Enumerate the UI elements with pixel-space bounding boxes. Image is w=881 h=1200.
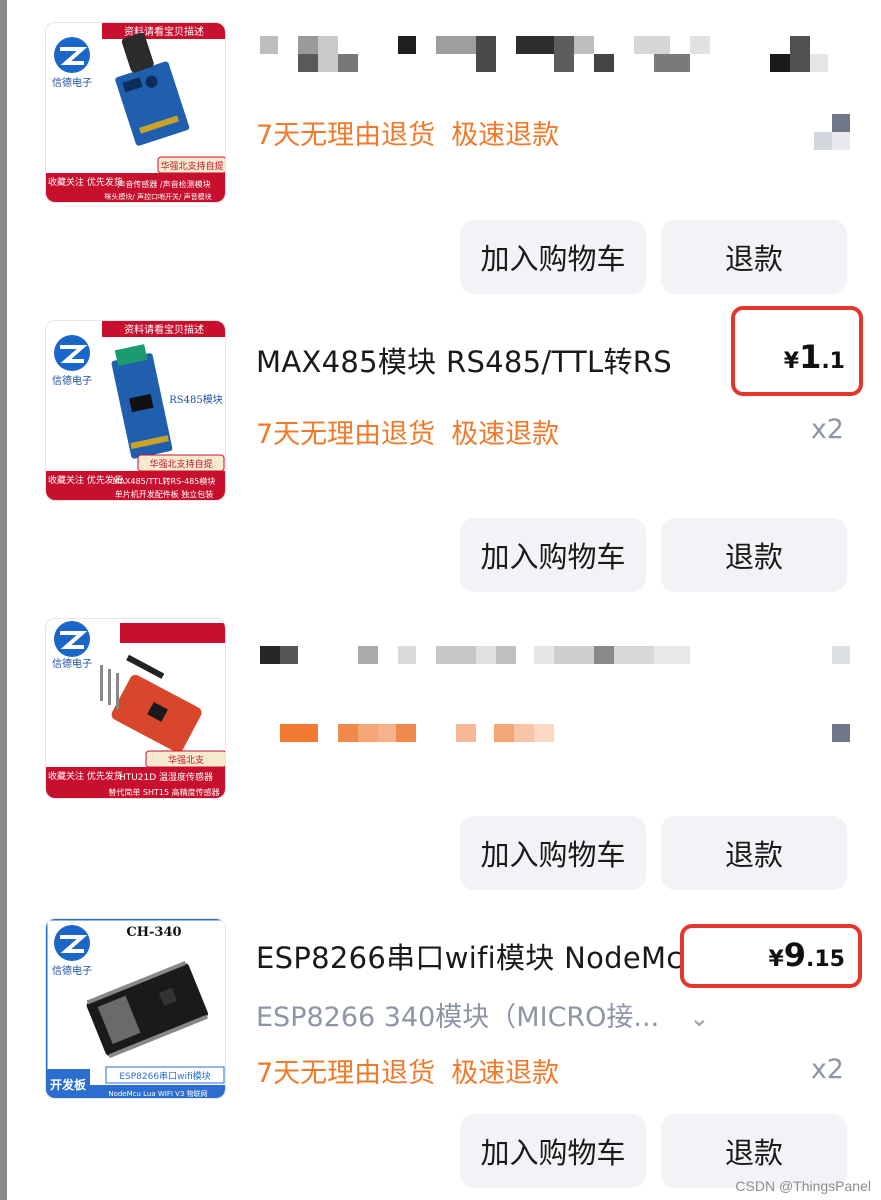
thumb-brand: 信德电子 xyxy=(52,657,92,670)
sku-selector[interactable]: ESP8266 340模块（MICRO接... ⌄ xyxy=(256,995,709,1034)
tag-return: 7天无理由退货 xyxy=(256,419,436,450)
thumb-side-text: 收藏关注 优先发货 xyxy=(48,474,123,486)
product-price: ¥1.1 xyxy=(784,338,845,376)
service-tags: 7天无理由退货 极速退款 xyxy=(256,412,559,451)
thumb-brand: 信德电子 xyxy=(52,76,92,89)
thumb-banner: 华强北支持自提 xyxy=(149,458,212,470)
service-tags: 7天无理由退货 极速退款 xyxy=(256,113,559,152)
thumb-banner: ESP8266串口wifi模块 xyxy=(119,1070,210,1082)
tag-return: 7天无理由退货 xyxy=(256,120,436,151)
price-integer: 9 xyxy=(783,936,807,974)
add-to-cart-button[interactable]: 加入购物车 xyxy=(460,816,646,890)
price-decimal: .15 xyxy=(806,947,845,972)
add-to-cart-button[interactable]: 加入购物车 xyxy=(460,220,646,294)
thumb-bottom-text: MAX485/TTL转RS-485模块 xyxy=(113,476,216,486)
price-decimal: .1 xyxy=(821,349,845,374)
tag-refund: 极速退款 xyxy=(451,1058,560,1089)
service-tags: 7天无理由退货 极速退款 xyxy=(256,1051,559,1090)
product-thumbnail[interactable]: 资料请看宝贝描述 信德电子 华强北支持自提 收藏关注 优先发货 声音传感器 /声… xyxy=(45,22,226,203)
add-to-cart-button[interactable]: 加入购物车 xyxy=(460,1114,646,1188)
thumb-bottom-text: HTU21D 温湿度传感器 xyxy=(119,771,213,783)
product-title[interactable]: ESP8266串口wifi模块 NodeMc xyxy=(256,935,683,977)
product-image: 资料请看宝贝描述 信德电子 RS485模块 华强北支持自提 收藏关注 优先发货 … xyxy=(46,321,225,500)
tag-return: 7天无理由退货 xyxy=(256,1058,436,1089)
product-thumbnail[interactable]: 资料请看宝贝描述 信德电子 RS485模块 华强北支持自提 收藏关注 优先发货 … xyxy=(45,320,226,501)
thumb-top-text: 资料请看宝贝描述 xyxy=(124,323,204,336)
thumb-brand: 信德电子 xyxy=(52,964,92,977)
chevron-down-icon[interactable]: ⌄ xyxy=(689,1004,709,1032)
order-item[interactable]: CH-340 信德电子 开发板 ESP8266串口wifi模块 NodeMcu … xyxy=(0,900,881,1200)
thumb-banner: 华强北支持自提 xyxy=(160,160,223,172)
thumb-top-text: CH-340 xyxy=(126,925,181,940)
product-thumbnail[interactable]: 信德电子 华强北支 收藏关注 优先发货 HTU21D 温湿度传感器 替代简单 S… xyxy=(45,618,226,799)
order-item[interactable]: 资料请看宝贝描述 信德电子 RS485模块 华强北支持自提 收藏关注 优先发货 … xyxy=(0,300,881,600)
thumb-bottom-text-2: 替代简单 SHT15 高精度传感器 xyxy=(108,787,219,797)
refund-button[interactable]: 退款 xyxy=(661,816,847,890)
product-image: CH-340 信德电子 开发板 ESP8266串口wifi模块 NodeMcu … xyxy=(46,919,225,1098)
price-currency: ¥ xyxy=(783,349,800,374)
refund-button[interactable]: 退款 xyxy=(661,1114,847,1188)
thumb-side-text: 收藏关注 优先发货 xyxy=(48,770,123,782)
product-image: 资料请看宝贝描述 信德电子 华强北支持自提 收藏关注 优先发货 声音传感器 /声… xyxy=(46,23,225,202)
thumb-banner: 华强北支 xyxy=(168,754,204,766)
tag-refund: 极速退款 xyxy=(451,419,560,450)
thumb-bottom-text-2: NodeMcu Lua WIFI V3 物联网 xyxy=(108,1089,207,1098)
price-currency: ¥ xyxy=(768,947,784,972)
thumb-bottom-text: 声音传感器 /声音检测模块 xyxy=(117,179,210,189)
product-thumbnail[interactable]: CH-340 信德电子 开发板 ESP8266串口wifi模块 NodeMcu … xyxy=(45,918,226,1099)
sku-text: ESP8266 340模块（MICRO接... xyxy=(256,1002,660,1033)
tag-refund: 极速退款 xyxy=(451,120,560,151)
thumb-label: RS485模块 xyxy=(169,394,222,406)
thumb-bottom-text-2: 咪头模块/ 声控口哨开关/ 声音模块 xyxy=(104,192,211,201)
watermark: CSDN @ThingsPanel xyxy=(735,1178,871,1194)
thumb-side-text: 收藏关注 优先发货 xyxy=(48,176,123,188)
product-image: 信德电子 华强北支 收藏关注 优先发货 HTU21D 温湿度传感器 替代简单 S… xyxy=(46,619,225,798)
quantity: x2 xyxy=(810,414,844,445)
refund-button[interactable]: 退款 xyxy=(661,220,847,294)
refund-button[interactable]: 退款 xyxy=(661,518,847,592)
thumb-bottom-text-2: 单片机开发配件板 独立包装 xyxy=(115,489,214,499)
quantity: x2 xyxy=(810,1054,844,1085)
add-to-cart-button[interactable]: 加入购物车 xyxy=(460,518,646,592)
order-item[interactable]: 信德电子 华强北支 收藏关注 优先发货 HTU21D 温湿度传感器 替代简单 S… xyxy=(0,600,881,900)
price-integer: 1 xyxy=(799,338,822,376)
product-price: ¥9.15 xyxy=(768,936,845,974)
thumb-brand: 信德电子 xyxy=(52,374,92,387)
thumb-side-text: 开发板 xyxy=(50,1077,87,1092)
order-item[interactable]: 资料请看宝贝描述 信德电子 华强北支持自提 收藏关注 优先发货 声音传感器 /声… xyxy=(0,0,881,300)
product-title[interactable]: MAX485模块 RS485/TTL转RS xyxy=(256,339,672,381)
